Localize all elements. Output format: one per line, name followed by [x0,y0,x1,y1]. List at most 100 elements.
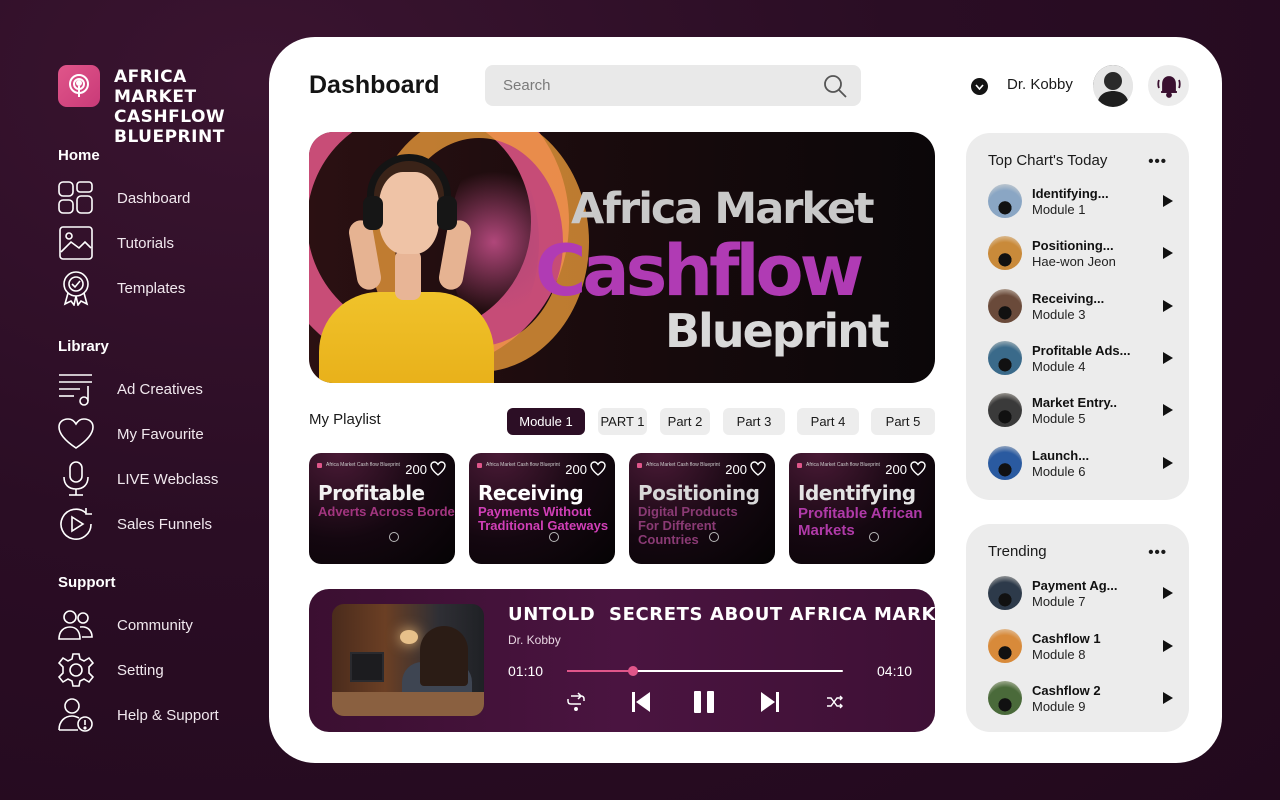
card-title: Profitable [318,481,425,505]
play-icon[interactable] [1162,246,1174,260]
sidebar-item-label: Tutorials [117,234,174,252]
play-icon[interactable] [1162,639,1174,653]
card-brand: Africa Market Cash flow Blueprint [637,462,720,468]
download-icon[interactable] [549,532,559,542]
search-bar [485,65,861,106]
download-icon[interactable] [869,532,879,542]
sidebar-item-label: Sales Funnels [117,515,213,533]
sidebar-item-help-support[interactable]: Help & Support [58,697,258,733]
tab-part-2[interactable]: Part 2 [660,408,710,435]
download-icon[interactable] [389,532,399,542]
more-options-icon[interactable]: ••• [1148,544,1167,561]
list-item[interactable]: Identifying... Module 1 [988,184,1178,218]
section-title-home: Home [58,147,100,164]
item-title: Cashflow 2 [1032,683,1101,698]
users-icon [58,607,94,643]
heart-icon [58,416,94,452]
avatar[interactable] [1093,65,1133,107]
like-count: 200 [725,462,747,477]
sidebar-item-label: Community [117,616,193,634]
thumbnail [988,628,1022,663]
repeat-icon[interactable] [563,689,589,715]
previous-icon[interactable] [628,689,654,715]
item-title: Market Entry.. [1032,395,1118,411]
item-subtitle: Module 4 [1032,358,1086,374]
play-icon[interactable] [1162,299,1174,313]
item-title: Cashflow 1 [1032,630,1101,646]
item-title: Positioning... [1032,238,1114,254]
thumbnail [988,236,1022,271]
tab-part-4[interactable]: Part 4 [797,408,859,435]
list-item[interactable]: Payment Ag... Module 7 [988,576,1178,610]
sidebar-item-tutorials[interactable]: Tutorials [58,225,258,261]
sidebar-item-label: Ad Creatives [117,380,203,398]
top-charts-panel: Top Chart's Today ••• Identifying... Modu… [966,133,1189,500]
sidebar-item-ad-creatives[interactable]: Ad Creatives [58,371,258,407]
sidebar-item-sales-funnels[interactable]: Sales Funnels [58,506,258,542]
pause-icon[interactable] [691,689,717,715]
section-title-library: Library [58,338,109,355]
item-subtitle: Module 6 [1032,463,1086,479]
chevron-down-icon[interactable] [971,78,988,95]
tab-part-1[interactable]: PART 1 [598,408,647,435]
progress-knob[interactable] [628,666,639,676]
play-icon[interactable] [1162,403,1174,417]
item-subtitle: Module 8 [1032,646,1086,662]
play-icon[interactable] [1162,194,1174,208]
item-subtitle: Module 3 [1032,306,1086,322]
list-item[interactable]: Market Entry.. Module 5 [988,393,1178,428]
item-subtitle: Hae-won Jeon [1032,254,1116,270]
list-item[interactable]: Launch... Module 6 [988,445,1178,480]
sidebar-item-setting[interactable]: Setting [58,652,258,688]
sidebar-item-live-webclass[interactable]: LIVE Webclass [58,461,258,497]
item-subtitle: Module 1 [1032,202,1086,217]
sidebar-item-templates[interactable]: Templates [58,270,258,306]
trending-panel: Trending ••• Payment Ag... Module 7 Cashfl… [966,524,1189,732]
play-icon[interactable] [1162,351,1174,365]
sidebar-item-my-favourite[interactable]: My Favourite [58,416,258,452]
tab-part-3[interactable]: Part 3 [723,408,785,435]
shuffle-icon[interactable] [822,689,848,715]
list-item[interactable]: Cashflow 1 Module 8 [988,628,1178,663]
play-icon[interactable] [1162,586,1174,600]
user-alert-icon [58,697,94,733]
item-subtitle: Module 5 [1032,411,1086,427]
search-input[interactable] [485,77,805,94]
hero-banner[interactable]: Africa Market Cashflow Blueprint [309,132,935,383]
playlist-card[interactable]: Africa Market Cash flow Blueprint 200 Pr… [309,453,455,564]
sidebar: AFRICA MARKET CASHFLOW BLUEPRINT Home Da… [0,0,268,800]
total-time: 04:10 [877,663,913,679]
list-item[interactable]: Profitable Ads... Module 4 [988,340,1178,375]
progress-slider[interactable] [567,666,843,676]
play-icon[interactable] [1162,456,1174,470]
hero-title-line1: Africa Market [571,184,875,234]
playlist-card[interactable]: Africa Market Cash flow Blueprint 200 Po… [629,453,775,564]
brand[interactable]: AFRICA MARKET CASHFLOW BLUEPRINT [58,65,225,147]
playlist-card[interactable]: Africa Market Cash flow Blueprint 200 Re… [469,453,615,564]
item-subtitle: Module 9 [1032,699,1086,714]
more-options-icon[interactable]: ••• [1148,153,1167,170]
user-name[interactable]: Dr. Kobby [1007,76,1073,93]
heart-icon[interactable] [590,461,606,481]
video-thumbnail[interactable] [332,604,484,716]
search-icon[interactable] [823,74,847,103]
play-icon[interactable] [1162,691,1174,705]
heart-icon[interactable] [750,461,766,481]
list-item[interactable]: Cashflow 2 Module 9 [988,681,1178,715]
hero-title-line3: Blueprint [665,304,890,358]
download-icon[interactable] [709,532,719,542]
tab-module-1[interactable]: Module 1 [507,408,585,435]
list-item[interactable]: Positioning... Hae-won Jeon [988,236,1178,271]
notification-bell-icon[interactable] [1148,65,1189,106]
thumbnail [988,288,1022,323]
sidebar-item-dashboard[interactable]: Dashboard [58,180,258,216]
playlist-card[interactable]: Africa Market Cash flow Blueprint 200 Id… [789,453,935,564]
heart-icon[interactable] [430,461,446,481]
next-icon[interactable] [757,689,783,715]
like-count: 200 [885,462,907,477]
sidebar-item-community[interactable]: Community [58,607,258,643]
tab-part-5[interactable]: Part 5 [871,408,935,435]
list-item[interactable]: Receiving... Module 3 [988,288,1178,323]
main-panel: Dashboard Dr. Kobby [269,37,1222,763]
heart-icon[interactable] [910,461,926,481]
